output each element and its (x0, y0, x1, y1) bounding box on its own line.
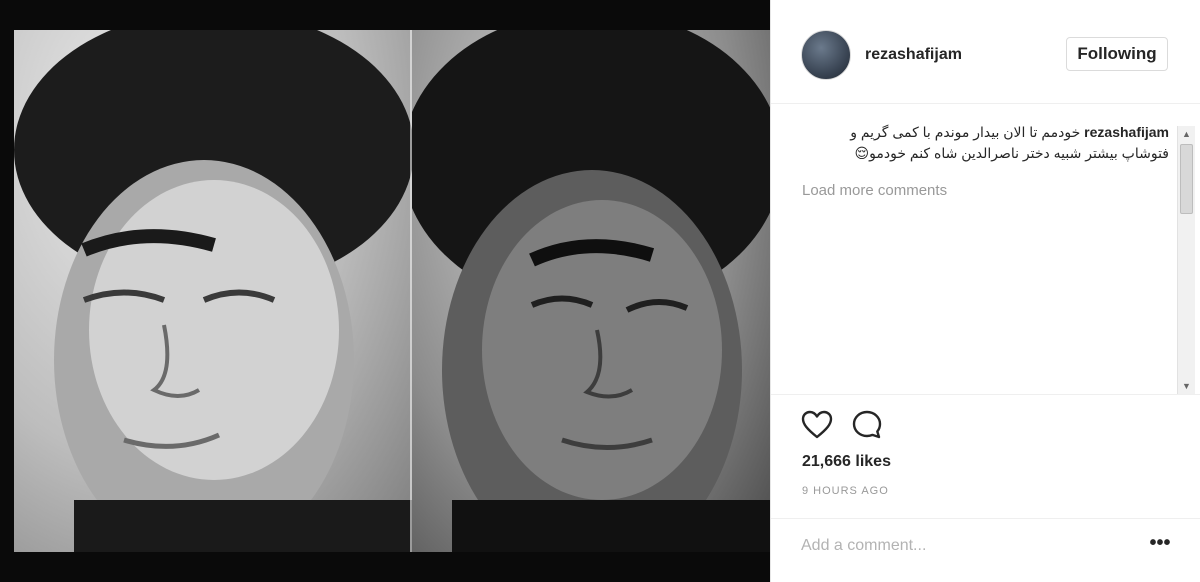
post-image[interactable] (14, 30, 770, 552)
caption-username[interactable]: rezashafijam (1084, 124, 1169, 140)
post-actions: 21,666 likes 9 HOURS AGO (771, 394, 1200, 518)
speech-bubble-icon[interactable] (851, 409, 883, 441)
post-header: rezashafijam Following (771, 0, 1200, 104)
post-timestamp[interactable]: 9 HOURS AGO (802, 485, 889, 497)
following-button[interactable]: Following (1066, 37, 1168, 71)
username-link[interactable]: rezashafijam (865, 46, 962, 64)
photo-right-portrait (412, 30, 770, 552)
comments-section: rezashafijam خودمم تا الان بیدار موندم ب… (771, 104, 1200, 394)
scroll-down-arrow-icon[interactable]: ▼ (1178, 378, 1195, 394)
heart-outline-icon[interactable] (801, 409, 833, 441)
post-caption: rezashafijam خودمم تا الان بیدار موندم ب… (801, 122, 1169, 164)
photo-left-portrait (14, 30, 412, 552)
post-media-area (0, 0, 770, 582)
comments-scrollbar[interactable]: ▲ ▼ (1177, 126, 1195, 394)
add-comment-bar: ••• (771, 518, 1200, 582)
likes-count[interactable]: 21,666 likes (802, 453, 891, 471)
scrollbar-thumb[interactable] (1180, 144, 1193, 214)
load-more-comments-link[interactable]: Load more comments (802, 182, 947, 199)
post-details-panel: rezashafijam Following rezashafijam خودم… (770, 0, 1200, 582)
add-comment-input[interactable] (801, 535, 1121, 557)
scroll-up-arrow-icon[interactable]: ▲ (1178, 126, 1195, 142)
ellipsis-icon[interactable]: ••• (1147, 533, 1173, 558)
portrait-right-illustration (412, 30, 770, 552)
portrait-left-illustration (14, 30, 412, 552)
avatar[interactable] (801, 30, 851, 80)
